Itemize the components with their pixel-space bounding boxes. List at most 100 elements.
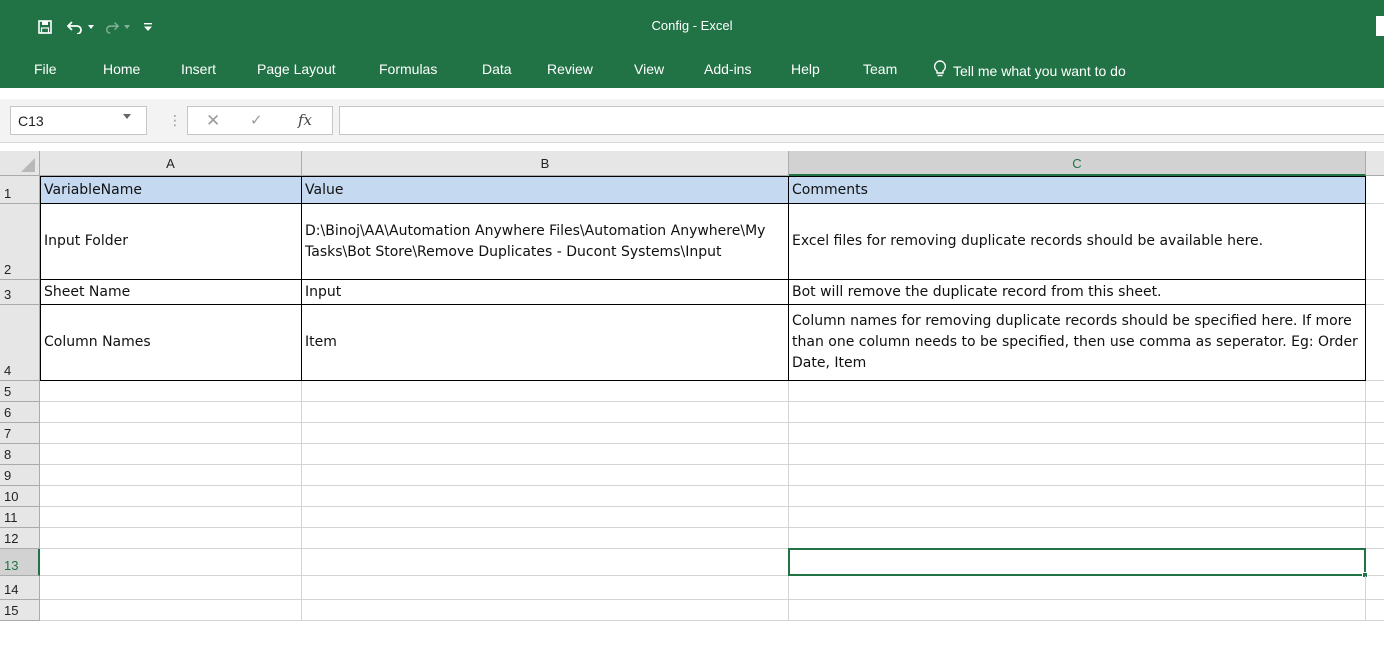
name-box-dropdown-icon[interactable]	[123, 114, 131, 119]
lightbulb-icon	[933, 60, 947, 81]
tab-team[interactable]: Team	[863, 61, 897, 77]
tab-review[interactable]: Review	[547, 61, 593, 77]
cell-a9[interactable]	[40, 465, 302, 486]
tab-view[interactable]: View	[634, 61, 664, 77]
cell-a5[interactable]	[40, 381, 302, 402]
cell-b1[interactable]: Value	[302, 176, 789, 204]
select-all-corner[interactable]	[0, 151, 40, 176]
column-header-d[interactable]	[1366, 151, 1384, 176]
tab-help[interactable]: Help	[791, 61, 820, 77]
cell-a13[interactable]	[40, 549, 302, 576]
cell-b9[interactable]	[302, 465, 789, 486]
tab-data[interactable]: Data	[482, 61, 512, 77]
cell-c3[interactable]: Bot will remove the duplicate record fro…	[789, 280, 1366, 305]
tab-formulas[interactable]: Formulas	[379, 61, 437, 77]
cell-a6[interactable]	[40, 402, 302, 423]
cell-c9[interactable]	[789, 465, 1366, 486]
row-header[interactable]: 11	[0, 507, 40, 528]
cell-c2[interactable]: Excel files for removing duplicate recor…	[789, 204, 1366, 280]
cell-d15[interactable]	[1366, 600, 1384, 621]
cell-b12[interactable]	[302, 528, 789, 549]
row-header[interactable]: 5	[0, 381, 40, 402]
cell-a10[interactable]	[40, 486, 302, 507]
name-box[interactable]: C13	[10, 106, 147, 135]
cell-d8[interactable]	[1366, 444, 1384, 465]
cell-c15[interactable]	[789, 600, 1366, 621]
cell-d5[interactable]	[1366, 381, 1384, 402]
cell-a8[interactable]	[40, 444, 302, 465]
cell-d1[interactable]	[1366, 176, 1384, 204]
cell-a15[interactable]	[40, 600, 302, 621]
tab-file[interactable]: File	[34, 61, 57, 77]
tell-me-search[interactable]: Tell me what you want to do	[933, 60, 1126, 81]
cell-c11[interactable]	[789, 507, 1366, 528]
cell-b5[interactable]	[302, 381, 789, 402]
tab-home[interactable]: Home	[103, 61, 140, 77]
cell-c4[interactable]: Column names for removing duplicate reco…	[789, 305, 1366, 381]
row-header[interactable]: 12	[0, 528, 40, 549]
cell-d4[interactable]	[1366, 305, 1384, 381]
cell-c13[interactable]	[789, 549, 1366, 576]
row-header[interactable]: 2	[0, 204, 40, 280]
cell-c1[interactable]: Comments	[789, 176, 1366, 204]
cell-a3[interactable]: Sheet Name	[40, 280, 302, 305]
cell-a12[interactable]	[40, 528, 302, 549]
cell-a1[interactable]: VariableName	[40, 176, 302, 204]
cell-a14[interactable]	[40, 576, 302, 600]
cell-b10[interactable]	[302, 486, 789, 507]
cell-a7[interactable]	[40, 423, 302, 444]
cell-d10[interactable]	[1366, 486, 1384, 507]
cell-b6[interactable]	[302, 402, 789, 423]
worksheet-grid[interactable]: A B C 1 VariableName Value Comments 2 Input F…	[0, 151, 1384, 670]
formula-input[interactable]	[339, 106, 1384, 135]
cell-d2[interactable]	[1366, 204, 1384, 280]
cell-b4[interactable]: Item	[302, 305, 789, 381]
cell-b8[interactable]	[302, 444, 789, 465]
cell-c8[interactable]	[789, 444, 1366, 465]
cell-b15[interactable]	[302, 600, 789, 621]
cell-b2[interactable]: D:\Binoj\AA\Automation Anywhere Files\Au…	[302, 204, 789, 280]
row-header[interactable]: 14	[0, 576, 40, 600]
enter-check-icon[interactable]: ✓	[250, 111, 263, 129]
row-header[interactable]: 13	[0, 549, 40, 576]
column-header-a[interactable]: A	[40, 151, 302, 176]
row-header[interactable]: 4	[0, 305, 40, 381]
column-header-c[interactable]: C	[789, 151, 1366, 176]
cell-d11[interactable]	[1366, 507, 1384, 528]
cell-d9[interactable]	[1366, 465, 1384, 486]
insert-function-icon[interactable]: fx	[298, 111, 312, 129]
cell-b14[interactable]	[302, 576, 789, 600]
cell-b13[interactable]	[302, 549, 789, 576]
row-header[interactable]: 10	[0, 486, 40, 507]
cell-b7[interactable]	[302, 423, 789, 444]
tab-insert[interactable]: Insert	[181, 61, 216, 77]
row-header[interactable]: 9	[0, 465, 40, 486]
cell-b3[interactable]: Input	[302, 280, 789, 305]
row-header[interactable]: 3	[0, 280, 40, 305]
row-header[interactable]: 6	[0, 402, 40, 423]
row-header[interactable]: 7	[0, 423, 40, 444]
cell-d7[interactable]	[1366, 423, 1384, 444]
cell-c14[interactable]	[789, 576, 1366, 600]
cell-a11[interactable]	[40, 507, 302, 528]
row-header[interactable]: 8	[0, 444, 40, 465]
cell-c10[interactable]	[789, 486, 1366, 507]
row-header[interactable]: 15	[0, 600, 40, 621]
cell-c6[interactable]	[789, 402, 1366, 423]
cancel-icon[interactable]: ✕	[206, 111, 220, 131]
column-header-b[interactable]: B	[302, 151, 789, 176]
cell-d6[interactable]	[1366, 402, 1384, 423]
cell-c12[interactable]	[789, 528, 1366, 549]
cell-d12[interactable]	[1366, 528, 1384, 549]
row-header[interactable]: 1	[0, 176, 40, 204]
cell-d14[interactable]	[1366, 576, 1384, 600]
cell-d3[interactable]	[1366, 280, 1384, 305]
cell-a4[interactable]: Column Names	[40, 305, 302, 381]
cell-c5[interactable]	[789, 381, 1366, 402]
tab-page-layout[interactable]: Page Layout	[257, 61, 336, 77]
cell-d13[interactable]	[1366, 549, 1384, 576]
cell-b11[interactable]	[302, 507, 789, 528]
cell-a2[interactable]: Input Folder	[40, 204, 302, 280]
cell-c7[interactable]	[789, 423, 1366, 444]
tab-add-ins[interactable]: Add-ins	[704, 61, 751, 77]
